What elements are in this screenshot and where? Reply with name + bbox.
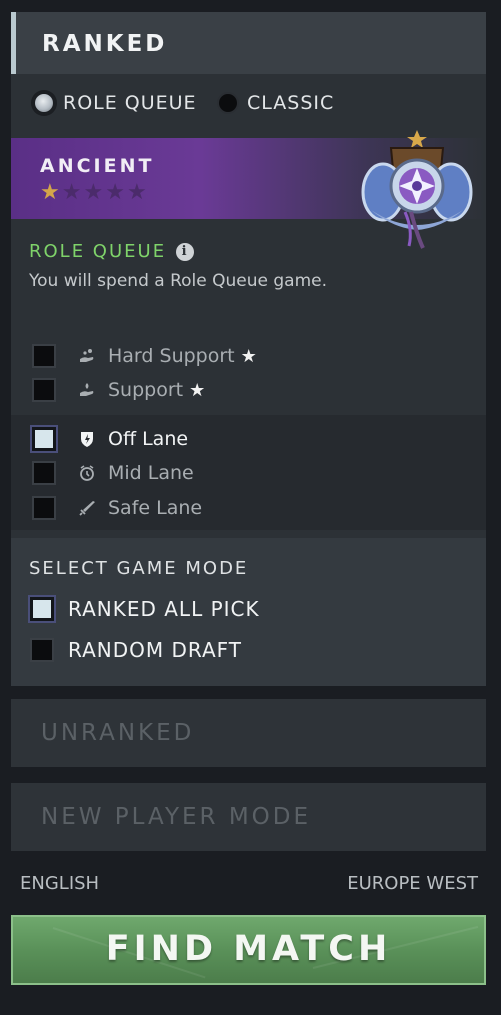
classic-radio-label: CLASSIC — [247, 92, 335, 114]
role-queue-radio[interactable]: ROLE QUEUE — [33, 90, 197, 116]
star-filled-icon: ★ — [40, 180, 60, 205]
find-match-label: FIND MATCH — [105, 929, 392, 969]
role-row-mid-lane[interactable]: Mid Lane — [11, 456, 486, 490]
role-queue-radio-label: ROLE QUEUE — [63, 92, 197, 114]
ancient-medal-icon — [361, 130, 473, 249]
star-empty-icon: ★ — [126, 180, 147, 205]
game-mode-label: RANKED ALL PICK — [68, 597, 260, 621]
role-checkbox[interactable] — [32, 427, 56, 451]
role-label: Mid Lane — [108, 462, 194, 484]
role-checkbox[interactable] — [32, 496, 56, 520]
role-label: Safe Lane — [108, 497, 203, 519]
region-selector[interactable]: EUROPE WEST — [347, 873, 478, 894]
rank-medal-bar: ANCIENT ★ ★ ★ ★ ★ — [11, 130, 486, 249]
role-label: Support — [108, 379, 184, 401]
ranked-title: RANKED — [42, 31, 168, 57]
support-icon — [80, 383, 94, 396]
ranked-panel: ROLE QUEUE CLASSIC ANCIENT ★ ★ ★ ★ ★ ROL… — [11, 74, 486, 686]
star-empty-icon: ★ — [83, 180, 104, 205]
game-mode-section: SELECT GAME MODE RANKED ALL PICK RANDOM … — [11, 538, 486, 686]
find-match-button[interactable]: FIND MATCH — [11, 915, 486, 985]
role-row-support[interactable]: Support ★ — [11, 373, 486, 407]
radio-unselected-icon — [217, 92, 239, 114]
game-mode-ranked-all-pick[interactable]: RANKED ALL PICK — [11, 594, 260, 624]
unranked-label: UNRANKED — [41, 720, 195, 746]
role-row-safe-lane[interactable]: Safe Lane — [11, 491, 486, 525]
game-mode-checkbox[interactable] — [30, 638, 54, 662]
new-player-mode-button[interactable]: NEW PLAYER MODE — [11, 783, 486, 851]
game-mode-checkbox[interactable] — [30, 597, 54, 621]
game-mode-random-draft[interactable]: RANDOM DRAFT — [11, 635, 242, 665]
star-empty-icon: ★ — [61, 180, 82, 205]
radio-selected-icon — [33, 92, 55, 114]
rank-name: ANCIENT — [40, 155, 155, 177]
role-queue-heading-label: ROLE QUEUE — [29, 241, 167, 262]
unranked-button[interactable]: UNRANKED — [11, 699, 486, 767]
preferred-star-icon: ★ — [240, 345, 257, 367]
role-checkbox[interactable] — [32, 378, 56, 402]
role-label: Hard Support — [108, 345, 235, 367]
ranked-header[interactable]: RANKED — [11, 12, 486, 74]
new-player-mode-label: NEW PLAYER MODE — [41, 804, 312, 830]
language-selector[interactable]: ENGLISH — [20, 873, 99, 894]
rank-stars: ★ ★ ★ ★ ★ — [40, 182, 147, 204]
game-mode-title: SELECT GAME MODE — [29, 558, 249, 579]
classic-radio[interactable]: CLASSIC — [217, 90, 334, 116]
mid-lane-icon — [80, 465, 94, 481]
star-empty-icon: ★ — [105, 180, 125, 205]
role-row-hard-support[interactable]: Hard Support ★ — [11, 339, 486, 373]
game-mode-label: RANDOM DRAFT — [68, 638, 243, 662]
role-row-off-lane[interactable]: Off Lane — [11, 422, 486, 456]
role-queue-heading: ROLE QUEUE i — [29, 241, 195, 262]
role-label: Off Lane — [108, 428, 189, 450]
safe-lane-icon — [79, 501, 95, 516]
hard-support-icon — [80, 349, 94, 362]
role-checkbox[interactable] — [32, 461, 56, 485]
role-queue-description: You will spend a Role Queue game. — [29, 271, 327, 291]
off-lane-icon — [81, 432, 93, 447]
info-icon[interactable]: i — [176, 242, 195, 261]
lane-roles-group: Off Lane Mid Lane Safe Lane — [11, 415, 486, 530]
role-checkbox[interactable] — [32, 344, 56, 368]
preferred-star-icon: ★ — [189, 379, 206, 401]
